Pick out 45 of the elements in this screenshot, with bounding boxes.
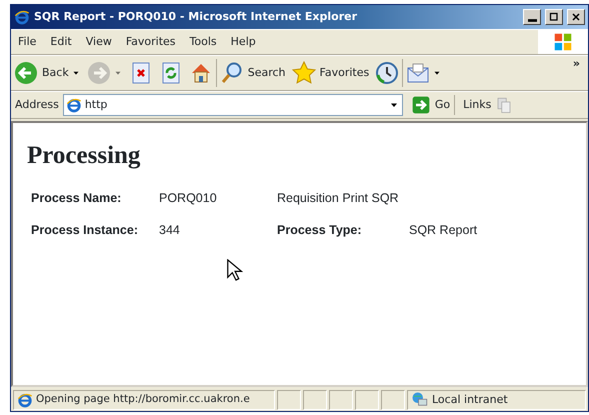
status-panel	[277, 390, 301, 410]
go-button[interactable]: Go	[406, 95, 456, 115]
field-label: Process Type:	[277, 222, 363, 240]
browser-icon	[14, 9, 30, 25]
menu-item[interactable]: Tools	[182, 32, 224, 52]
search-icon	[220, 61, 244, 85]
page-heading: Processing	[27, 141, 142, 171]
page-icon	[17, 392, 33, 408]
more-button[interactable]: »	[572, 56, 588, 72]
field-value: Requisition Print SQR	[277, 190, 400, 207]
search-button[interactable]: Search	[220, 61, 286, 85]
menu-item[interactable]: View	[78, 32, 119, 52]
flag-icon	[552, 31, 574, 53]
favorites-button[interactable]: Favorites	[292, 61, 370, 85]
address-field[interactable]: http	[62, 94, 403, 116]
pages-icon	[495, 96, 514, 114]
field-value: SQR Report	[409, 222, 478, 240]
menu-item[interactable]: Help	[224, 32, 263, 52]
zone-label: Local intranet	[432, 392, 508, 408]
address-label: Address	[15, 96, 59, 113]
status-panel	[329, 390, 353, 410]
status-panel	[303, 390, 327, 410]
menu-item[interactable]: Favorites	[118, 32, 183, 52]
field-value: PORQ010	[159, 190, 218, 206]
field-value: 344	[159, 222, 181, 240]
menu-item[interactable]: File	[11, 32, 44, 52]
minimize-icon	[528, 19, 536, 22]
close-button[interactable]	[567, 9, 585, 25]
status-text: Opening page http://boromir.cc.uakron.e	[36, 392, 250, 408]
status-panel	[355, 390, 379, 410]
history-icon[interactable]	[375, 61, 400, 85]
links-button[interactable]: Links	[463, 96, 492, 114]
menu-item[interactable]: Edit	[43, 32, 79, 52]
minimize-button[interactable]	[523, 9, 541, 25]
field-label: Process Name:	[31, 190, 122, 206]
star-icon	[292, 61, 316, 85]
status-panel	[381, 390, 405, 410]
page-icon	[66, 97, 82, 113]
maximize-icon	[548, 11, 560, 23]
maximize-button[interactable]	[545, 9, 563, 25]
mail-icon[interactable]	[406, 61, 430, 85]
close-icon	[570, 11, 582, 23]
back-button[interactable]: Back	[14, 61, 69, 85]
field-label: Process Instance:	[31, 222, 139, 240]
window-title: SQR Report - PORQ010 - Microsoft Internet Explorer	[34, 8, 358, 25]
